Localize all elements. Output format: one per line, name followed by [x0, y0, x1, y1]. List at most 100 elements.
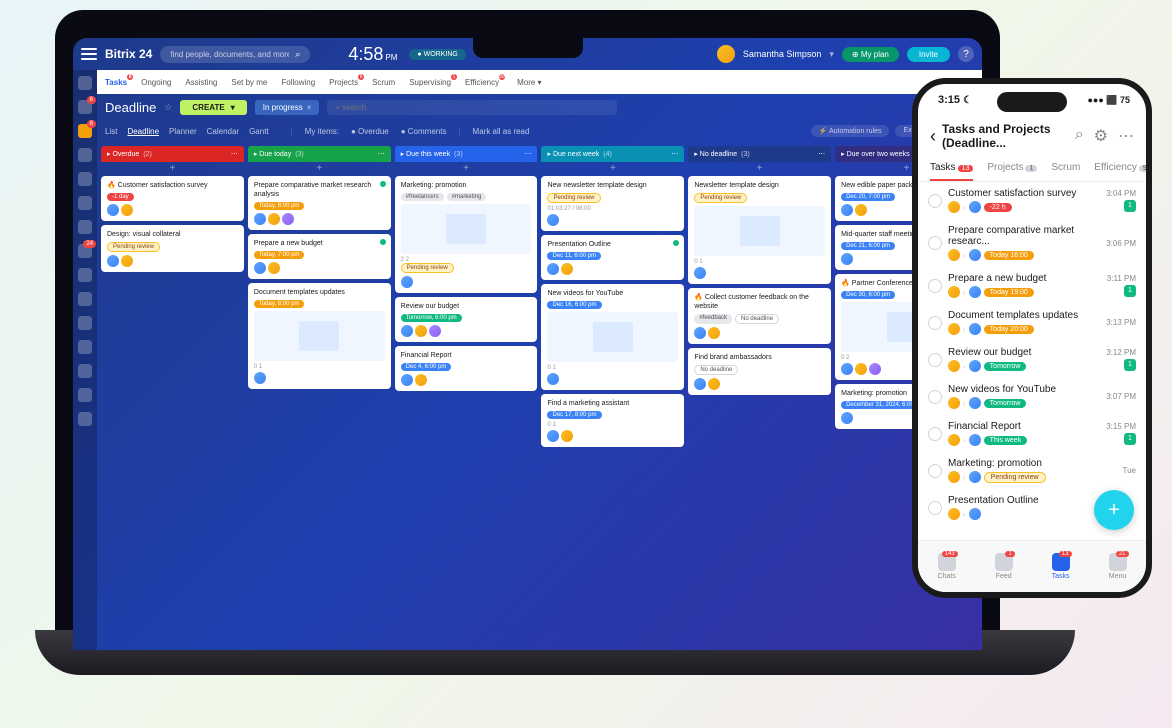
- phone-task-row[interactable]: Customer satisfaction survey ›-22 h 3:04…: [918, 182, 1146, 219]
- tab-projects[interactable]: Projects6: [329, 78, 358, 87]
- username[interactable]: Samantha Simpson: [743, 49, 822, 59]
- view-planner[interactable]: Planner: [169, 127, 197, 136]
- filter-search-input[interactable]: [335, 103, 609, 112]
- tab-ongoing[interactable]: Ongoing: [141, 78, 171, 87]
- invite-button[interactable]: Invite: [907, 47, 950, 62]
- back-icon[interactable]: ‹: [930, 126, 936, 147]
- more-icon[interactable]: ⋯: [1118, 126, 1134, 146]
- star-icon[interactable]: ☆: [164, 102, 172, 113]
- hamburger-icon[interactable]: [81, 48, 97, 60]
- phone-task-row[interactable]: Document templates updates ›Today 20:00 …: [918, 304, 1146, 341]
- nav-tasks[interactable]: Tasks13: [1052, 553, 1070, 580]
- checkbox[interactable]: [928, 194, 942, 208]
- sidebar-icon[interactable]: [78, 196, 92, 210]
- sidebar-icon[interactable]: [78, 364, 92, 378]
- search-input[interactable]: [170, 50, 289, 59]
- sidebar-icon[interactable]: [78, 76, 92, 90]
- add-card-button[interactable]: +: [688, 162, 831, 176]
- task-card[interactable]: Review our budgetTomorrow, 6:00 pm: [395, 297, 538, 342]
- task-card[interactable]: New videos for YouTubeDec 16, 6:00 pm0 1: [541, 284, 684, 390]
- task-card[interactable]: Find brand ambassadorsNo deadline: [688, 348, 831, 395]
- tab-assisting[interactable]: Assisting: [185, 78, 217, 87]
- sidebar-icon[interactable]: [78, 292, 92, 306]
- automation-button[interactable]: ⚡ Automation rules: [811, 125, 890, 137]
- view-list[interactable]: List: [105, 127, 117, 136]
- task-card[interactable]: Newsletter template designPending review…: [688, 176, 831, 284]
- task-card[interactable]: Find a marketing assistantDec 17, 8:00 p…: [541, 394, 684, 447]
- checkbox[interactable]: [928, 390, 942, 404]
- nav-feed[interactable]: Feed1: [995, 553, 1013, 580]
- phone-task-row[interactable]: New videos for YouTube ›Tomorrow 3:07 PM: [918, 378, 1146, 415]
- view-calendar[interactable]: Calendar: [207, 127, 239, 136]
- work-status[interactable]: ● WORKING: [409, 49, 465, 60]
- task-card[interactable]: Financial ReportDec 4, 6:00 pm: [395, 346, 538, 391]
- phone-tab-scrum[interactable]: Scrum: [1051, 156, 1080, 181]
- nav-menu[interactable]: Menu21: [1109, 553, 1127, 580]
- task-card[interactable]: New newsletter template designPending re…: [541, 176, 684, 231]
- overdue-filter[interactable]: ● Overdue: [351, 127, 389, 136]
- add-card-button[interactable]: +: [248, 162, 391, 176]
- filter-chip[interactable]: In progress×: [255, 100, 320, 115]
- user-avatar[interactable]: [717, 45, 735, 63]
- sidebar-icon-tasks[interactable]: 8: [78, 124, 92, 138]
- phone-task-row[interactable]: Prepare comparative market researc... ›T…: [918, 219, 1146, 267]
- help-icon[interactable]: ?: [958, 46, 974, 62]
- task-card[interactable]: Presentation OutlineDec 11, 6:00 pm: [541, 235, 684, 280]
- add-card-button[interactable]: +: [395, 162, 538, 176]
- gear-icon[interactable]: ⚙: [1094, 126, 1108, 146]
- tab-efficiency[interactable]: Efficiency99%: [465, 78, 499, 87]
- search-icon[interactable]: ⌕: [1075, 126, 1084, 146]
- add-card-button[interactable]: +: [541, 162, 684, 176]
- global-search[interactable]: ⌕: [160, 46, 310, 63]
- task-card[interactable]: Document templates updatesToday, 8:00 pm…: [248, 283, 391, 389]
- sidebar-icon[interactable]: [78, 172, 92, 186]
- comments-filter[interactable]: ● Comments: [401, 127, 447, 136]
- task-card[interactable]: Prepare comparative market research anal…: [248, 176, 391, 230]
- phone-task-row[interactable]: Financial Report ›This week 3:15 PM1: [918, 415, 1146, 452]
- phone-task-row[interactable]: Review our budget ›Tomorrow 3:12 PM1: [918, 341, 1146, 378]
- checkbox[interactable]: [928, 353, 942, 367]
- sidebar-icon[interactable]: [78, 220, 92, 234]
- task-card[interactable]: Prepare a new budgetToday, 7:00 pm: [248, 234, 391, 279]
- column-header[interactable]: ▸ Due this week (3)⋯: [395, 146, 538, 162]
- tab-more[interactable]: More ▾: [517, 78, 541, 87]
- sidebar-icon[interactable]: [78, 316, 92, 330]
- sidebar-icon[interactable]: [78, 340, 92, 354]
- tab-supervising[interactable]: Supervising1: [409, 78, 451, 87]
- checkbox[interactable]: [928, 427, 942, 441]
- phone-tab-projects[interactable]: Projects1: [987, 156, 1037, 181]
- view-gantt[interactable]: Gantt: [249, 127, 269, 136]
- sidebar-icon[interactable]: [78, 388, 92, 402]
- plan-button[interactable]: ⊕ My plan: [842, 47, 899, 62]
- sidebar-icon[interactable]: 24: [78, 244, 92, 258]
- create-button[interactable]: CREATE: [180, 100, 246, 115]
- sidebar-icon[interactable]: 6: [78, 100, 92, 114]
- checkbox[interactable]: [928, 501, 942, 515]
- close-icon[interactable]: ×: [307, 103, 312, 112]
- checkbox[interactable]: [928, 236, 942, 250]
- nav-chats[interactable]: Chats143: [937, 553, 955, 580]
- column-header[interactable]: ▸ Due next week (4)⋯: [541, 146, 684, 162]
- mark-all-read[interactable]: Mark all as read: [473, 127, 530, 136]
- chevron-down-icon[interactable]: ▾: [829, 49, 834, 60]
- sidebar-icon[interactable]: [78, 412, 92, 426]
- tab-scrum[interactable]: Scrum: [372, 78, 395, 87]
- task-card[interactable]: Design: visual collateralPending review: [101, 225, 244, 272]
- column-header[interactable]: ▸ Overdue (2)⋯: [101, 146, 244, 162]
- column-header[interactable]: ▸ Due today (3)⋯: [248, 146, 391, 162]
- tab-tasks[interactable]: Tasks8: [105, 78, 127, 87]
- checkbox[interactable]: [928, 316, 942, 330]
- filter-search[interactable]: [327, 100, 617, 115]
- fab-add-button[interactable]: +: [1094, 490, 1134, 530]
- task-card[interactable]: 🔥 Customer satisfaction survey-1 day: [101, 176, 244, 221]
- tab-set by me[interactable]: Set by me: [231, 78, 267, 87]
- view-deadline[interactable]: Deadline: [127, 127, 159, 136]
- phone-task-row[interactable]: Marketing: promotion ›Pending review Tue: [918, 452, 1146, 489]
- tab-following[interactable]: Following: [281, 78, 315, 87]
- checkbox[interactable]: [928, 279, 942, 293]
- column-header[interactable]: ▸ No deadline (3)⋯: [688, 146, 831, 162]
- task-card[interactable]: Marketing: promotion#freelancers#marketi…: [395, 176, 538, 293]
- phone-task-row[interactable]: Prepare a new budget ›Today 19:00 3:11 P…: [918, 267, 1146, 304]
- phone-task-list[interactable]: Customer satisfaction survey ›-22 h 3:04…: [918, 182, 1146, 542]
- sidebar-icon[interactable]: [78, 268, 92, 282]
